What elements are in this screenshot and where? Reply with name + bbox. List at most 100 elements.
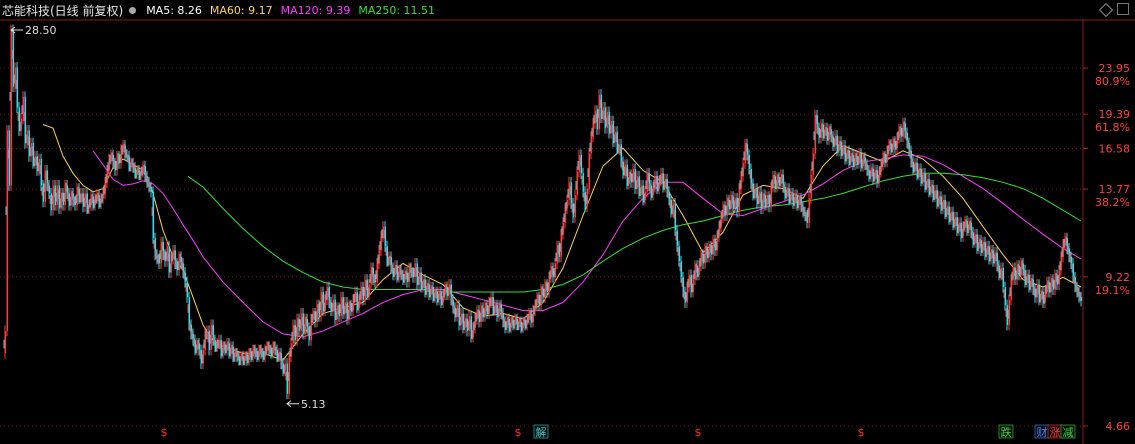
chart-window: 芯能科技(日线 前复权) MA5: 8.26 MA60: 9.17 MA120:…: [0, 0, 1135, 444]
event-markers: $ $ 解 $ $ 跌 财涨减: [161, 424, 1076, 439]
price-series: [3, 24, 1083, 400]
candle-body: [548, 277, 551, 293]
candle-body: [668, 191, 671, 200]
low-label: 5.13: [301, 398, 326, 411]
candle-body: [686, 286, 689, 303]
event-marker[interactable]: $: [515, 426, 522, 439]
candle-body: [692, 279, 695, 293]
low-arrow: [286, 400, 299, 408]
candle-body: [1058, 270, 1061, 285]
candle-body: [554, 263, 557, 278]
candle-body: [678, 246, 681, 262]
candle-body: [40, 158, 43, 186]
candle-body: [770, 187, 773, 207]
candle-body: [1004, 286, 1007, 306]
candle-body: [676, 230, 679, 247]
event-marker[interactable]: 解: [536, 425, 547, 439]
candle-body: [106, 170, 109, 183]
price-tick-label: 9.22: [1106, 271, 1131, 284]
candle-body: [996, 252, 999, 266]
candle-body: [648, 173, 651, 186]
candle-body: [306, 319, 309, 328]
candle-body: [104, 182, 107, 194]
ma-line-ma60: [92, 150, 1082, 338]
percent-tick-label: 38.2%: [1095, 196, 1130, 209]
candle-body: [1080, 297, 1083, 301]
candle-body: [288, 356, 291, 394]
candle-body: [1002, 267, 1005, 287]
candle-body: [742, 163, 745, 177]
candle-body: [560, 234, 563, 257]
candle-body: [1010, 279, 1013, 300]
candle-body: [748, 154, 751, 169]
candle-body: [588, 153, 591, 189]
candle-body: [1060, 256, 1063, 271]
candle-body: [582, 173, 585, 192]
candle-body: [592, 123, 595, 137]
event-marker[interactable]: 减: [1063, 426, 1074, 439]
candle-body: [6, 130, 9, 331]
candle-body: [746, 144, 749, 155]
candle-body: [674, 203, 677, 231]
candle-body: [808, 198, 811, 223]
candle-body: [16, 67, 19, 108]
high-label: 28.50: [25, 24, 57, 37]
candle-body: [374, 279, 377, 283]
price-tick-label: 13.77: [1099, 183, 1131, 196]
candle-body: [152, 191, 155, 239]
candle-body: [810, 174, 813, 199]
candle-body: [206, 330, 209, 334]
candle-body: [1008, 299, 1011, 325]
candle-body: [652, 187, 655, 196]
candle-body: [908, 142, 911, 151]
candle-body: [1070, 256, 1073, 264]
candle-body: [324, 299, 327, 311]
annotations: 28.50 5.13: [10, 24, 326, 411]
price-tick-label: 19.39: [1099, 108, 1131, 121]
event-marker[interactable]: 财: [1037, 425, 1048, 439]
candle-body: [1072, 263, 1075, 278]
candle-body: [384, 226, 387, 247]
candle-body: [368, 284, 371, 295]
candle-body: [376, 263, 379, 283]
price-chart[interactable]: 28.50 5.13 23.9580.9% 19.3961.8% 16.58 13.77…: [0, 0, 1135, 444]
candle-body: [158, 259, 161, 264]
candle-body: [188, 297, 191, 325]
candle-body: [716, 236, 719, 251]
percent-tick-label: 80.9%: [1095, 75, 1130, 88]
candle-body: [680, 261, 683, 278]
candle-body: [620, 144, 623, 162]
candle-body: [150, 187, 153, 192]
candle-body: [1022, 263, 1025, 271]
event-marker[interactable]: $: [161, 426, 168, 439]
candle-body: [562, 222, 565, 235]
candle-body: [574, 195, 577, 218]
candle-body: [644, 191, 647, 200]
price-tick-label: 16.58: [1099, 142, 1131, 155]
candle-body: [198, 343, 201, 350]
event-marker[interactable]: 跌: [1001, 425, 1012, 439]
candle-body: [378, 250, 381, 264]
candle-body: [738, 188, 741, 212]
candle-body: [8, 130, 11, 186]
candle-body: [698, 265, 701, 275]
candle-body: [812, 153, 815, 175]
percent-tick-label: 19.1%: [1095, 284, 1130, 297]
candle-body: [184, 272, 187, 283]
event-marker[interactable]: $: [858, 426, 865, 439]
candle-body: [586, 188, 589, 207]
candle-body: [290, 343, 293, 357]
price-tick-label: 4.66: [1106, 420, 1131, 433]
candle-body: [590, 136, 593, 154]
candle-body: [720, 217, 723, 227]
candle-body: [576, 171, 579, 196]
candle-body: [358, 299, 361, 308]
candle-body: [750, 168, 753, 184]
event-marker[interactable]: $: [695, 426, 702, 439]
event-marker[interactable]: 涨: [1050, 426, 1061, 439]
candle-body: [66, 185, 69, 194]
candle-body: [570, 182, 573, 204]
candle-body: [740, 176, 743, 189]
candle-body: [284, 363, 287, 371]
candle-body: [202, 349, 205, 364]
